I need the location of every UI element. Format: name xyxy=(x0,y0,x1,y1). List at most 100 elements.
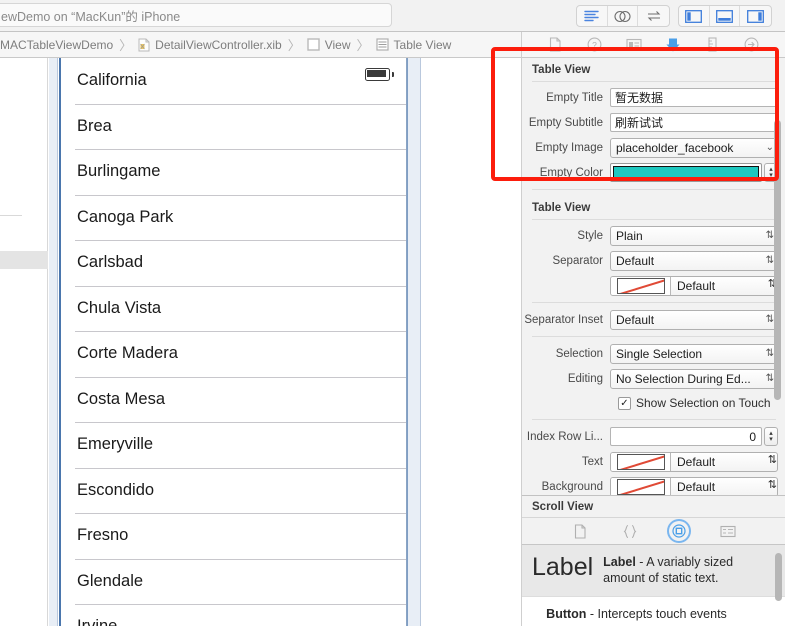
venn-circles-icon xyxy=(614,10,631,22)
device-preview[interactable]: California Brea Burlingame Canoga Park Carls… xyxy=(59,58,407,626)
right-panel-icon xyxy=(747,9,765,23)
separator-inset-popup[interactable]: Default ⇅ xyxy=(610,309,778,330)
table-view-cell[interactable]: Escondido xyxy=(61,467,406,514)
style-value: Plain xyxy=(616,228,643,243)
view-square-icon xyxy=(307,38,320,51)
canvas-gutter-right xyxy=(407,58,421,626)
index-text-color-well[interactable] xyxy=(611,452,671,471)
row-editing: Editing No Selection During Ed... ⇅ xyxy=(522,368,785,389)
table-view-cell[interactable]: Carlsbad xyxy=(61,240,406,286)
row-empty-image: Empty Image placeholder_facebook ⌄ xyxy=(522,137,785,158)
separator-value: Default xyxy=(616,253,655,268)
inspector-scrollbar[interactable] xyxy=(774,120,781,400)
library-item-title: Button xyxy=(546,607,587,622)
assistant-editor-button[interactable] xyxy=(608,6,639,26)
index-row-limit-stepper[interactable]: ▴ ▾ xyxy=(764,427,778,446)
file-template-library-tab[interactable] xyxy=(569,521,591,541)
table-view-cell[interactable]: Burlingame xyxy=(61,149,406,195)
breadcrumb-item-view[interactable]: View xyxy=(307,38,351,52)
table-view-cell[interactable]: Fresno xyxy=(61,513,406,559)
xib-file-icon xyxy=(138,38,150,52)
table-view-cell[interactable]: Irvine xyxy=(61,604,406,626)
index-background-color-control[interactable]: Default ⇅ xyxy=(610,476,778,497)
table-view-cell-label: Carlsbad xyxy=(77,253,144,272)
table-view-cell[interactable]: Chula Vista xyxy=(61,285,406,332)
section-rule xyxy=(532,219,776,220)
index-background-color-well[interactable] xyxy=(611,477,671,496)
breadcrumb: MACTableViewDemo 〉 DetailViewController.… xyxy=(0,32,521,58)
code-snippet-library-tab[interactable] xyxy=(619,521,641,541)
file-inspector-tab[interactable] xyxy=(543,35,569,55)
section-divider xyxy=(532,302,776,303)
version-editor-button[interactable] xyxy=(638,6,669,26)
toggle-debug-area-button[interactable] xyxy=(710,6,741,26)
empty-color-well[interactable] xyxy=(610,163,762,182)
section-header-custom-table-view: Table View xyxy=(522,58,785,81)
empty-title-input[interactable]: 暂无数据 xyxy=(610,88,778,107)
list-item[interactable]: Label Label - A variably sized amount of… xyxy=(522,545,785,598)
empty-subtitle-input[interactable]: 刷新试试 xyxy=(610,113,778,132)
breadcrumb-item-xib[interactable]: DetailViewController.xib xyxy=(138,38,282,52)
table-view-cell-label: Chula Vista xyxy=(77,298,162,317)
editing-popup[interactable]: No Selection During Ed... ⇅ xyxy=(610,368,778,389)
canvas-gutter-left xyxy=(49,58,58,626)
stepper-chevrons-icon: ⇅ xyxy=(765,230,774,241)
navigator-selected-row[interactable] xyxy=(0,251,48,269)
separator-popup[interactable]: Default ⇅ xyxy=(610,250,778,271)
selection-popup[interactable]: Single Selection ⇅ xyxy=(610,343,778,364)
table-view-cells: California Brea Burlingame Canoga Park Carls… xyxy=(61,58,406,626)
table-view-cell[interactable]: Corte Madera xyxy=(61,331,406,377)
stepper-chevrons-icon: ⇅ xyxy=(765,348,774,359)
library-item-description: Button - Intercepts touch events xyxy=(546,607,727,623)
library-item-title: Label xyxy=(603,555,636,569)
row-index-background-color: Background Default ⇅ xyxy=(522,476,785,497)
row-separator-inset: Separator Inset Default ⇅ xyxy=(522,309,785,330)
stepper-chevrons-icon: ⇅ xyxy=(765,255,774,266)
table-view-cell[interactable]: Canoga Park xyxy=(61,194,406,241)
separator-color-well[interactable] xyxy=(611,276,671,295)
label-separator-inset: Separator Inset xyxy=(524,313,603,326)
table-view-cell[interactable]: Brea xyxy=(61,103,406,150)
list-item[interactable]: Button - Intercepts touch events xyxy=(522,597,785,626)
breadcrumb-item-tableview[interactable]: Table View xyxy=(375,38,451,52)
clear-color-swatch-icon xyxy=(616,453,665,470)
table-view-cell-label: Fresno xyxy=(77,526,129,545)
table-view-cell[interactable]: Costa Mesa xyxy=(61,376,406,423)
breadcrumb-label-xib: DetailViewController.xib xyxy=(155,37,282,52)
toggle-utilities-button[interactable] xyxy=(740,6,771,26)
table-view-cell-label: Irvine xyxy=(77,617,117,626)
row-empty-title: Empty Title 暂无数据 xyxy=(522,87,785,108)
identity-inspector-tab[interactable] xyxy=(621,35,647,55)
clear-color-swatch-icon xyxy=(616,478,665,495)
row-separator: Separator Default ⇅ xyxy=(522,250,785,271)
editor-mode-group xyxy=(576,5,670,27)
size-inspector-tab[interactable] xyxy=(699,35,725,55)
quick-help-inspector-tab[interactable]: ? xyxy=(582,35,608,55)
table-view-cell[interactable]: California xyxy=(61,58,406,104)
show-selection-checkbox[interactable]: ✓ xyxy=(618,396,631,410)
library-object-list[interactable]: Label Label - A variably sized amount of… xyxy=(522,545,785,626)
label-empty-color: Empty Color xyxy=(539,166,603,179)
media-library-tab[interactable] xyxy=(717,521,739,541)
row-show-selection-on-touch[interactable]: ✓ Show Selection on Touch xyxy=(522,393,785,413)
table-view-cell[interactable]: Glendale xyxy=(61,558,406,605)
scheme-status-field[interactable]: ewDemo on “MacKun”的 iPhone xyxy=(0,3,392,27)
object-library-tab[interactable] xyxy=(669,521,689,541)
empty-image-popup[interactable]: placeholder_facebook ⌄ xyxy=(610,137,778,158)
index-text-color-control[interactable]: Default ⇅ xyxy=(610,451,778,472)
library-scrollbar[interactable] xyxy=(775,553,782,601)
stepper-chevrons-icon: ⇅ xyxy=(767,453,777,466)
standard-editor-button[interactable] xyxy=(577,6,608,26)
table-view-cell-label: Glendale xyxy=(77,571,144,590)
stepper-chevrons-icon: ⇅ xyxy=(765,373,774,384)
breadcrumb-label-view: View xyxy=(324,37,351,52)
separator-color-control[interactable]: Default ⇅ xyxy=(610,275,778,296)
index-row-limit-input[interactable]: 0 xyxy=(610,427,762,446)
toggle-navigator-button[interactable] xyxy=(679,6,710,26)
table-view-cell[interactable]: Emeryville xyxy=(61,422,406,468)
breadcrumb-item-project[interactable]: MACTableViewDemo xyxy=(0,38,113,52)
attributes-inspector-tab[interactable] xyxy=(660,35,686,55)
style-popup[interactable]: Plain ⇅ xyxy=(610,225,778,246)
table-view-cell-label: Costa Mesa xyxy=(77,389,166,408)
connections-inspector-tab[interactable] xyxy=(738,35,764,55)
